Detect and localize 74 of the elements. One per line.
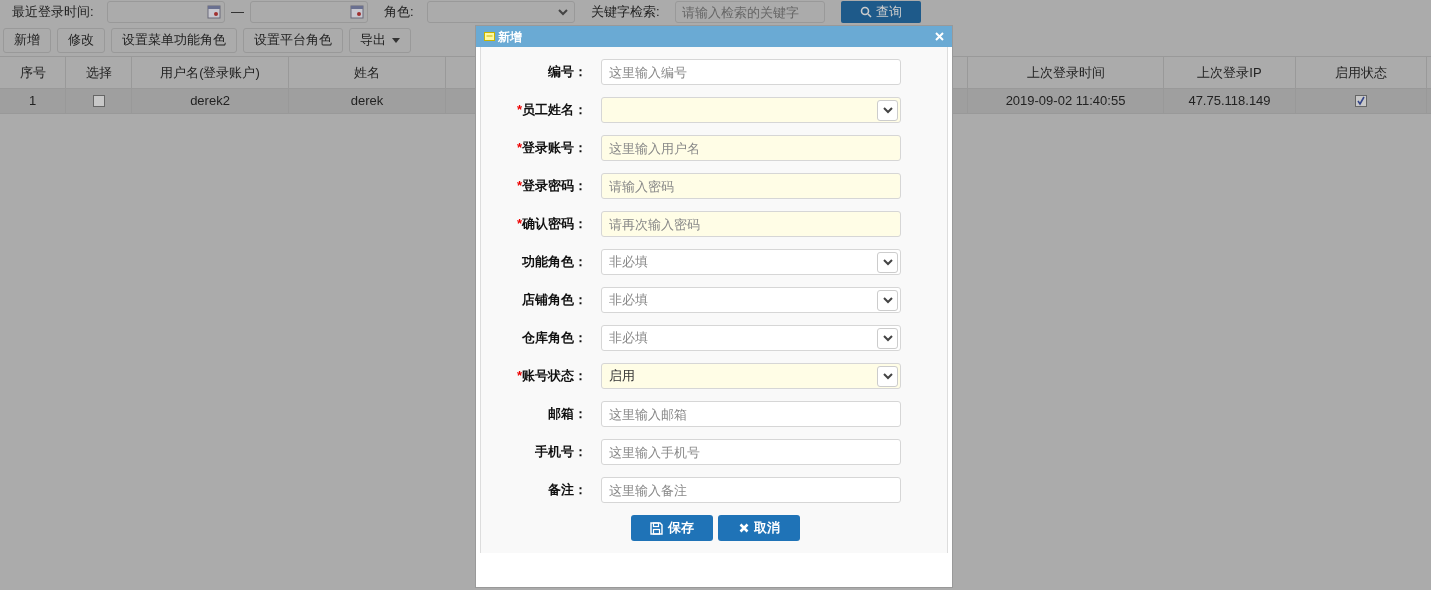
- column-header: 上次登录时间: [1026, 63, 1105, 82]
- field-label: 功能角色：: [521, 253, 588, 272]
- field-label: *登录密码：: [515, 177, 588, 196]
- chevron-down-icon: [882, 372, 893, 380]
- filter-label: 最近登录时间:: [12, 3, 95, 22]
- text-field[interactable]: 这里输入手机号: [601, 439, 901, 465]
- dropdown-button[interactable]: [877, 327, 898, 349]
- table-cell-text: 1: [28, 92, 37, 111]
- column-header: 选择: [85, 63, 112, 82]
- field-label: *员工姓名：: [515, 101, 588, 120]
- keyword-field[interactable]: 请输入检索的关键字: [675, 1, 825, 23]
- toolbar-button[interactable]: 新增: [3, 27, 51, 53]
- select-field[interactable]: 启用: [601, 363, 901, 389]
- field-label: *确认密码：: [515, 215, 588, 234]
- select-field[interactable]: 非必填: [601, 287, 901, 313]
- table-cell-text: 47.75.118.149: [1188, 92, 1271, 111]
- text-field[interactable]: 这里输入邮箱: [601, 401, 901, 427]
- field-label: *账号状态：: [515, 367, 588, 386]
- select-field[interactable]: [601, 97, 901, 123]
- select-field[interactable]: 非必填: [601, 325, 901, 351]
- date-field[interactable]: [107, 1, 225, 23]
- column-header: 序号: [19, 63, 46, 82]
- text-field[interactable]: 请输入密码: [601, 173, 901, 199]
- calendar-icon[interactable]: [207, 5, 221, 19]
- dropdown-button[interactable]: [877, 365, 898, 387]
- field-label: 编号：: [547, 63, 588, 82]
- dropdown-button[interactable]: [877, 99, 898, 121]
- chevron-down-icon: [558, 8, 568, 16]
- chevron-down-icon: [882, 334, 893, 342]
- text-field[interactable]: 这里输入编号: [601, 59, 901, 85]
- check-icon: [1356, 96, 1366, 106]
- chevron-down-icon: [882, 296, 893, 304]
- field-label: 邮箱：: [547, 405, 588, 424]
- field-label: *登录账号：: [515, 139, 588, 158]
- checkbox[interactable]: [92, 95, 105, 107]
- field-label: 手机号：: [534, 443, 588, 462]
- table-cell-text: derek2: [190, 92, 230, 111]
- dropdown-button[interactable]: [877, 251, 898, 273]
- close-icon[interactable]: [935, 32, 944, 41]
- filter-label: 关键字检索:: [591, 3, 661, 22]
- field-label: 店铺角色：: [521, 291, 588, 310]
- toolbar-button[interactable]: 设置菜单功能角色: [111, 27, 237, 53]
- column-header: 上次登录IP: [1197, 63, 1262, 82]
- caret-icon: [392, 37, 400, 43]
- calendar-icon[interactable]: [350, 5, 364, 19]
- text-field[interactable]: 这里输入备注: [601, 477, 901, 503]
- table-cell-text: 2019-09-02 11:40:55: [1005, 92, 1126, 111]
- dropdown-button[interactable]: 导出: [349, 27, 411, 53]
- filter-label: 角色:: [384, 3, 415, 22]
- text-field[interactable]: 请再次输入密码: [601, 211, 901, 237]
- select-field[interactable]: 非必填: [601, 249, 901, 275]
- column-header: 用户名(登录账户): [160, 63, 260, 82]
- checkbox[interactable]: [1355, 95, 1367, 107]
- field-label: 备注：: [547, 481, 588, 500]
- column-header: 姓名: [354, 63, 380, 82]
- save-icon: [650, 521, 663, 535]
- toolbar-button[interactable]: 修改: [57, 27, 105, 53]
- field-label: 仓库角色：: [521, 329, 588, 348]
- save-button[interactable]: 保存: [631, 515, 713, 541]
- column-header: 启用状态: [1335, 63, 1387, 82]
- dialog-title: 新增: [498, 28, 522, 46]
- search-button[interactable]: 查询: [841, 1, 921, 23]
- close-icon: [738, 523, 749, 533]
- dropdown-button[interactable]: [877, 289, 898, 311]
- window-icon: [484, 32, 495, 41]
- toolbar-button[interactable]: 设置平台角色: [243, 27, 343, 53]
- table-cell-text: derek: [350, 92, 384, 111]
- search-icon: [860, 6, 872, 18]
- date-separator: —: [231, 3, 244, 22]
- chevron-down-icon: [882, 258, 893, 266]
- cancel-button[interactable]: 取消: [718, 515, 800, 541]
- date-field[interactable]: [250, 1, 368, 23]
- text-field[interactable]: 这里输入用户名: [601, 135, 901, 161]
- chevron-down-icon: [882, 106, 893, 114]
